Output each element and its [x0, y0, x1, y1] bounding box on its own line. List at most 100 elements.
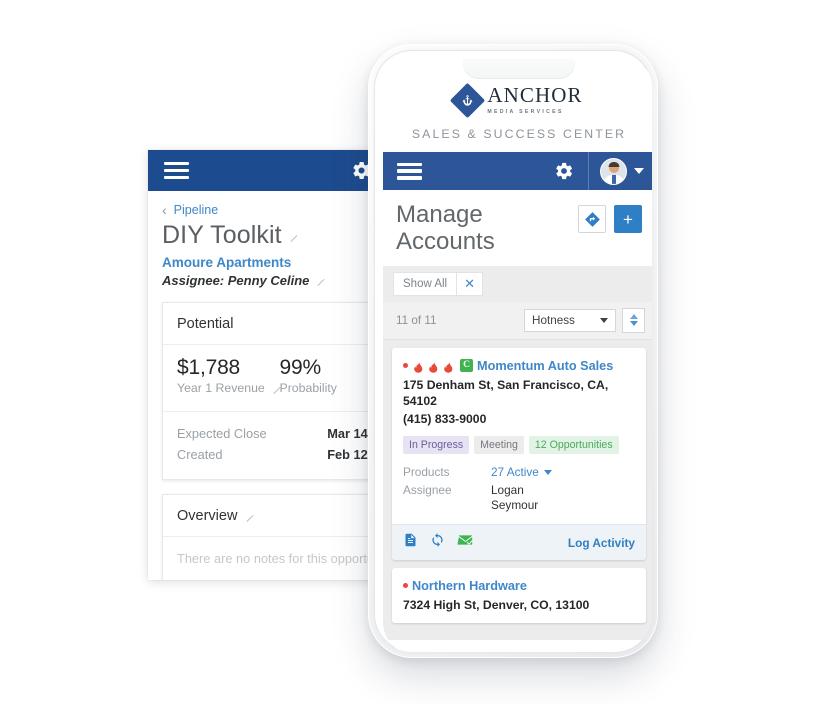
filter-chip-show-all[interactable]: Show All ✕ [394, 272, 483, 295]
account-link[interactable]: Amoure Apartments [162, 255, 374, 272]
edit-pencil-icon[interactable] [311, 272, 325, 287]
phone-notch [463, 59, 575, 79]
account-type-badge: C [460, 358, 473, 372]
close-icon[interactable]: ✕ [456, 272, 482, 295]
list-toolbar: 11 of 11 Hotness [383, 301, 652, 340]
account-card-body: C Momentum Auto Sales 175 Denham St, San … [392, 348, 646, 524]
page-header-actions: + [578, 202, 642, 233]
sort-by-value: Hotness [532, 313, 575, 327]
footer-icon-group [403, 532, 474, 553]
meta-row-created: Created Feb 12, 2 [177, 444, 382, 465]
field-value-text: 27 Active [491, 465, 539, 480]
opportunities-badge: 12 Opportunities [528, 436, 619, 455]
overview-card: Overview There are no notes for this opp… [162, 493, 388, 580]
directions-diamond-icon [584, 211, 600, 227]
field-key: Assignee [403, 482, 452, 497]
sort-down-icon [629, 321, 638, 327]
field-value-products[interactable]: 27 Active [491, 465, 552, 480]
flame-icon [414, 360, 423, 373]
app-navbar [383, 152, 652, 190]
account-phone[interactable]: (415) 833-9000 [403, 411, 635, 427]
page-title: Manage Accounts [396, 201, 495, 255]
add-account-button[interactable]: + [614, 205, 642, 233]
document-icon[interactable] [403, 532, 418, 553]
account-card-footer: Log Activity [392, 524, 646, 561]
result-count: 11 of 11 [396, 313, 437, 327]
log-activity-link[interactable]: Log Activity [568, 536, 635, 550]
kpi-probability: 99% Probability [280, 356, 383, 395]
status-badge: In Progress [403, 436, 470, 455]
phone-bezel: ANCHOR MEDIA SERVICES SALES & SUCCESS CE… [374, 50, 652, 652]
overview-empty-text: There are no notes for this opportu [177, 550, 375, 566]
field-key: Products [403, 465, 450, 480]
account-list: C Momentum Auto Sales 175 Denham St, San … [383, 339, 652, 641]
account-badges: In Progress Meeting 12 Opportunities [403, 436, 635, 455]
account-card[interactable]: C Momentum Auto Sales 175 Denham St, San … [392, 347, 646, 561]
potential-card-header: Potential [163, 303, 388, 345]
potential-card: Potential $1,788 Year 1 Revenue 99% Prob… [162, 301, 388, 480]
overview-header-text: Overview [177, 507, 238, 524]
account-address: 175 Denham St, San Francisco, CA, 54102 [403, 377, 609, 408]
kpi-row: $1,788 Year 1 Revenue 99% Probability [163, 345, 388, 412]
account-name-link[interactable]: Momentum Auto Sales [477, 359, 613, 373]
page-header: Manage Accounts + [383, 190, 652, 266]
breadcrumb-link-pipeline[interactable]: Pipeline [174, 203, 218, 217]
kpi-value: 99% [279, 355, 322, 379]
brand-tagline: SALES & SUCCESS CENTER [383, 124, 652, 152]
field-value-assignee: Logan Seymour [491, 482, 539, 512]
kpi-label: Probability [280, 381, 383, 395]
opportunity-title-text: DIY Toolkit [162, 221, 282, 249]
hamburger-menu-icon[interactable] [397, 162, 422, 180]
sync-refresh-icon[interactable] [430, 532, 445, 553]
kpi-label: Year 1 Revenue [177, 380, 281, 395]
meta-key: Expected Close [177, 425, 267, 441]
stage-badge: Meeting [474, 436, 524, 455]
field-row-products: Products 27 Active [403, 464, 635, 481]
sort-direction-toggle[interactable] [622, 307, 645, 333]
brand-logo-lockup: ANCHOR MEDIA SERVICES [383, 82, 652, 118]
account-card-title: Northern Hardware [403, 578, 635, 595]
edit-pencil-icon[interactable] [283, 228, 298, 242]
filter-chip-bar: Show All ✕ [383, 265, 652, 302]
assignee-line: Assignee: Penny Celine [162, 273, 374, 288]
kpi-year-1-revenue: $1,788 Year 1 Revenue [177, 355, 281, 395]
hamburger-menu-icon[interactable] [164, 162, 189, 179]
account-fields: Products 27 Active Assignee Logan Seymou… [403, 464, 635, 514]
account-name-link[interactable]: Northern Hardware [412, 579, 527, 593]
account-card-body: Northern Hardware 7324 High St, Denver, … [392, 568, 646, 623]
user-menu[interactable] [588, 152, 652, 190]
page-title: DIY Toolkit [162, 221, 374, 250]
assignee-text: Assignee: Penny Celine [162, 272, 310, 288]
chevron-down-icon[interactable] [634, 168, 644, 174]
chevron-down-icon[interactable] [543, 470, 552, 476]
anchor-diamond-logo-icon [450, 82, 486, 118]
brand-subtitle: MEDIA SERVICES [487, 109, 564, 115]
map-directions-button[interactable] [578, 205, 606, 233]
account-card[interactable]: Northern Hardware 7324 High St, Denver, … [392, 568, 646, 624]
flame-icon [444, 360, 453, 373]
meta-row-expected-close: Expected Close Mar 14, 2 [177, 423, 382, 444]
back-panel-navbar [148, 150, 388, 191]
kpi-label-text: Probability [279, 380, 337, 395]
sort-up-icon [629, 314, 638, 320]
overview-card-header: Overview [163, 495, 388, 537]
sort-by-select[interactable]: Hotness [524, 308, 616, 332]
chevron-left-icon[interactable]: ‹ [162, 203, 167, 217]
edit-pencil-icon[interactable] [266, 380, 281, 394]
hot-dot-icon [403, 362, 408, 368]
sort-controls: Hotness [524, 307, 645, 333]
edit-pencil-icon[interactable] [240, 508, 254, 522]
chevron-down-icon[interactable] [600, 317, 608, 323]
kpi-value: $1,788 [177, 355, 241, 379]
filter-chip-label: Show All [403, 277, 448, 290]
meta-key: Created [177, 446, 223, 462]
phone-mockup: ANCHOR MEDIA SERVICES SALES & SUCCESS CE… [368, 44, 658, 658]
breadcrumb[interactable]: ‹ Pipeline [162, 203, 374, 217]
potential-meta-rows: Expected Close Mar 14, 2 Created Feb 12,… [163, 412, 388, 479]
opportunity-detail-panel: ‹ Pipeline DIY Toolkit Amoure Apartments… [148, 150, 388, 580]
gear-icon[interactable] [554, 161, 588, 181]
field-row-assignee: Assignee Logan Seymour [403, 482, 635, 515]
avatar[interactable] [600, 157, 627, 185]
hot-dot-icon [403, 583, 408, 589]
email-check-icon[interactable] [457, 532, 474, 553]
